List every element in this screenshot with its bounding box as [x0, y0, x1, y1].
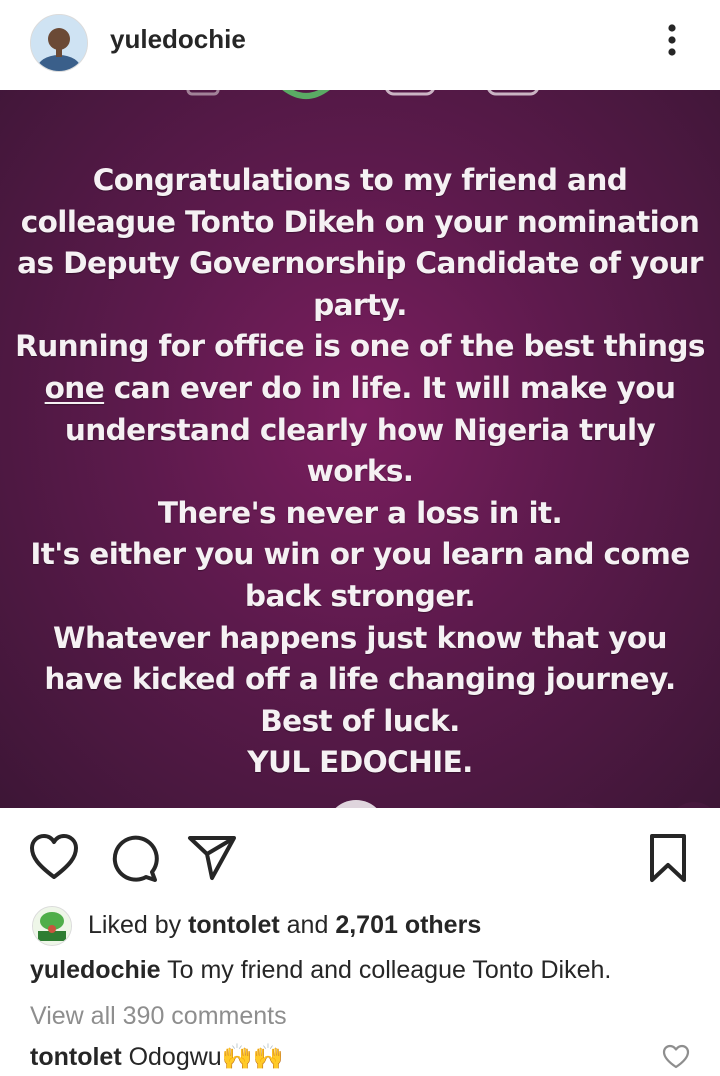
liker-avatar[interactable] — [32, 906, 72, 946]
post-line: as Deputy Governorship Candidate of your — [17, 246, 703, 281]
likes-prefix: Liked by — [88, 911, 189, 939]
post-header: yuledochie — [0, 0, 720, 88]
share-icon[interactable] — [186, 832, 238, 884]
comment-heart-icon[interactable] — [662, 1044, 690, 1070]
post-line: Running for office is one of the best th… — [15, 329, 705, 364]
post-line: Best of luck. — [260, 703, 460, 738]
comment-icon[interactable] — [108, 832, 160, 884]
heart-icon[interactable] — [28, 832, 80, 884]
more-vertical-icon[interactable] — [656, 18, 688, 62]
likes-row: Liked by tontolet and 2,701 others — [30, 906, 710, 946]
comment-text: Odogwu — [121, 1043, 222, 1071]
post-line: Whatever happens just know that you — [53, 620, 668, 655]
profile-photo — [31, 15, 87, 71]
comment: tontolet Odogwu🙌🙌 — [30, 1042, 284, 1072]
post-username[interactable]: yuledochie — [110, 24, 246, 55]
action-bar — [0, 808, 720, 898]
avatar[interactable] — [30, 14, 88, 72]
post-line: understand clearly how Nigeria truly — [64, 412, 656, 447]
post-line: It's either you win or you learn and com… — [30, 537, 690, 572]
post-image[interactable]: Congratulations to my friend and colleag… — [0, 90, 720, 808]
post-line: party. — [313, 287, 407, 322]
caption: yuledochie To my friend and colleague To… — [30, 956, 611, 985]
likes-count[interactable]: 2,701 others — [335, 911, 481, 939]
likes-summary[interactable]: Liked by tontolet and 2,701 others — [88, 911, 481, 940]
comment-user[interactable]: tontolet — [30, 1043, 122, 1071]
underlined-word: one — [44, 370, 105, 405]
post-line: YUL EDOCHIE. — [247, 745, 473, 780]
post-line: have kicked off a life changing journey. — [44, 662, 676, 697]
post-line: There's never a loss in it. — [157, 495, 563, 530]
view-all-comments-link[interactable]: View all 390 comments — [30, 1002, 287, 1031]
caption-user[interactable]: yuledochie — [30, 956, 161, 984]
post-line: back stronger. — [244, 578, 476, 613]
likes-user[interactable]: tontolet — [188, 911, 280, 939]
raised-hands-emoji: 🙌🙌 — [221, 1042, 284, 1071]
post-line: Congratulations to my friend and — [92, 163, 628, 197]
post-line: works. — [306, 454, 414, 489]
instagram-post-screen: yuledochie Congratulations to my friend … — [0, 0, 720, 1076]
caption-text: To my friend and colleague Tonto Dikeh. — [160, 956, 612, 984]
likes-middle: and — [279, 911, 336, 939]
bookmark-icon[interactable] — [642, 832, 694, 884]
post-message: Congratulations to my friend and colleag… — [14, 160, 706, 784]
post-line-rest: can ever do in life. It will make you — [104, 370, 676, 405]
post-line: one can ever do in life. It will make yo… — [14, 368, 706, 410]
post-line: colleague Tonto Dikeh on your nomination — [20, 204, 700, 239]
